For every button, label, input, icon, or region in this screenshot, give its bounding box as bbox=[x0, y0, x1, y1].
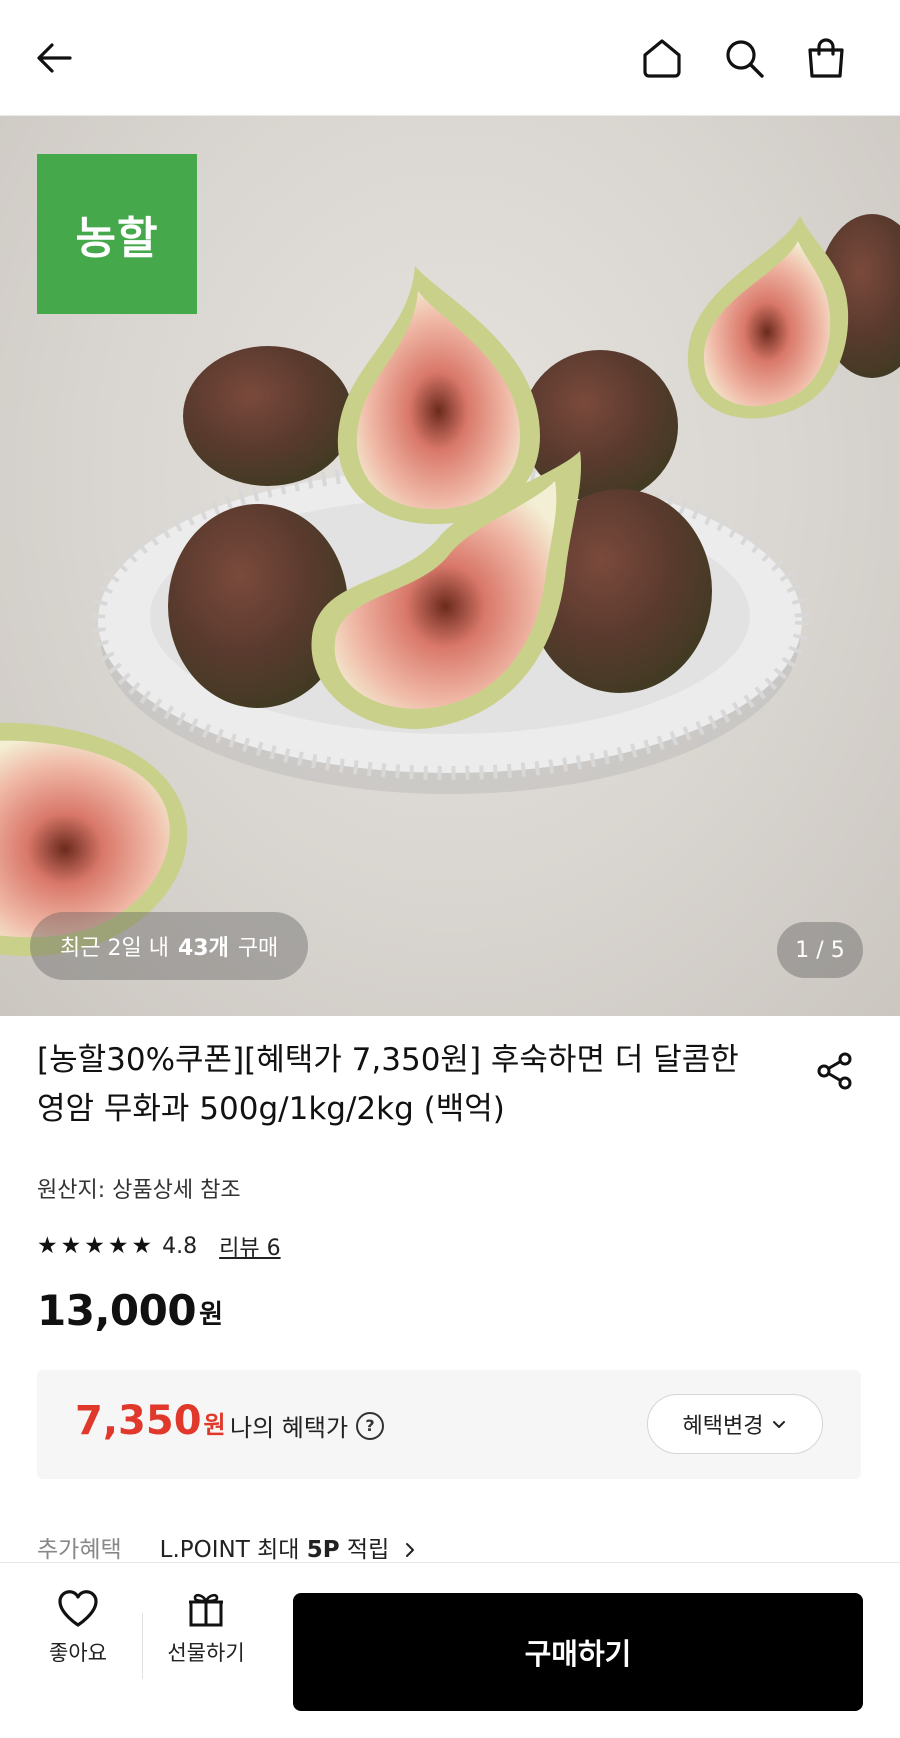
star-rating: ★ ★ ★ ★ ★ bbox=[37, 1232, 153, 1259]
price-unit: 원 bbox=[199, 1300, 223, 1330]
heart-icon bbox=[58, 1590, 98, 1627]
extra-benefit-row: 추가혜택 L.POINT 최대 5P 적립 bbox=[37, 1530, 417, 1564]
price-value: 13,000 bbox=[37, 1286, 197, 1335]
search-icon[interactable] bbox=[712, 26, 776, 90]
lpoint-amount: 5P bbox=[306, 1537, 340, 1563]
bottom-action-bar: 좋아요 선물하기 구매하기 bbox=[0, 1562, 900, 1738]
brand-logo: 농할 bbox=[37, 154, 197, 314]
benefit-label-row: 나의 혜택가 ? bbox=[230, 1408, 385, 1443]
extra-benefit-label: 추가혜택 bbox=[37, 1537, 122, 1563]
lpoint-prefix: L.POINT 최대 bbox=[159, 1537, 300, 1563]
star-icon: ★ bbox=[84, 1232, 105, 1259]
star-icon: ★ bbox=[131, 1232, 153, 1259]
star-icon: ★ bbox=[107, 1232, 129, 1259]
review-link[interactable]: 리뷰 6 bbox=[219, 1230, 280, 1262]
chevron-down-icon bbox=[773, 1421, 786, 1428]
rating-row: ★ ★ ★ ★ ★ 4.8 리뷰 6 bbox=[37, 1230, 281, 1262]
like-label: 좋아요 bbox=[49, 1641, 107, 1665]
lpoint-suffix: 적립 bbox=[346, 1537, 390, 1563]
product-image-carousel[interactable]: 농할 최근 2일 내 43개 구매 1 / 5 bbox=[0, 116, 900, 1016]
gift-label: 선물하기 bbox=[167, 1641, 245, 1665]
sold-suffix: 구매 bbox=[237, 936, 279, 961]
rating-score: 4.8 bbox=[162, 1233, 198, 1259]
star-icon: ★ bbox=[37, 1232, 58, 1259]
home-icon[interactable] bbox=[630, 26, 694, 90]
benefit-label: 나의 혜택가 bbox=[230, 1414, 349, 1442]
product-title: [농할30%쿠폰][혜택가 7,350원] 후숙하면 더 달콤한 영암 무화과 … bbox=[37, 1042, 739, 1127]
sold-prefix: 최근 2일 내 bbox=[60, 936, 169, 961]
recent-sales-badge: 최근 2일 내 43개 구매 bbox=[30, 912, 309, 980]
bottom-divider bbox=[142, 1613, 143, 1679]
origin-info: 원산지: 상품상세 참조 bbox=[37, 1178, 241, 1203]
share-icon[interactable] bbox=[812, 1048, 858, 1094]
benefit-price-box: 7,350 원 나의 혜택가 ? 혜택변경 bbox=[37, 1370, 861, 1479]
help-icon[interactable]: ? bbox=[356, 1411, 385, 1440]
like-button[interactable]: 좋아요 bbox=[30, 1585, 126, 1695]
change-benefit-button[interactable]: 혜택변경 bbox=[647, 1394, 823, 1454]
chevron-right-icon bbox=[405, 1543, 414, 1557]
lpoint-benefit-link[interactable]: L.POINT 최대 5P 적립 bbox=[160, 1530, 417, 1564]
benefit-price-unit: 원 bbox=[203, 1411, 226, 1439]
top-nav-bar bbox=[0, 0, 900, 116]
star-icon: ★ bbox=[60, 1232, 82, 1259]
benefit-price-value: 7,350 bbox=[75, 1398, 202, 1444]
image-counter: 1 / 5 bbox=[777, 922, 863, 978]
sold-count: 43개 bbox=[177, 936, 229, 961]
buy-button[interactable]: 구매하기 bbox=[293, 1593, 863, 1711]
change-benefit-label: 혜택변경 bbox=[682, 1414, 764, 1439]
benefit-price: 7,350 원 bbox=[75, 1398, 226, 1444]
gift-button[interactable]: 선물하기 bbox=[156, 1585, 256, 1695]
back-arrow-icon[interactable] bbox=[22, 26, 86, 90]
gift-icon bbox=[189, 1593, 223, 1627]
shopping-bag-icon[interactable] bbox=[794, 26, 858, 90]
original-price: 13,000 원 bbox=[37, 1286, 223, 1335]
